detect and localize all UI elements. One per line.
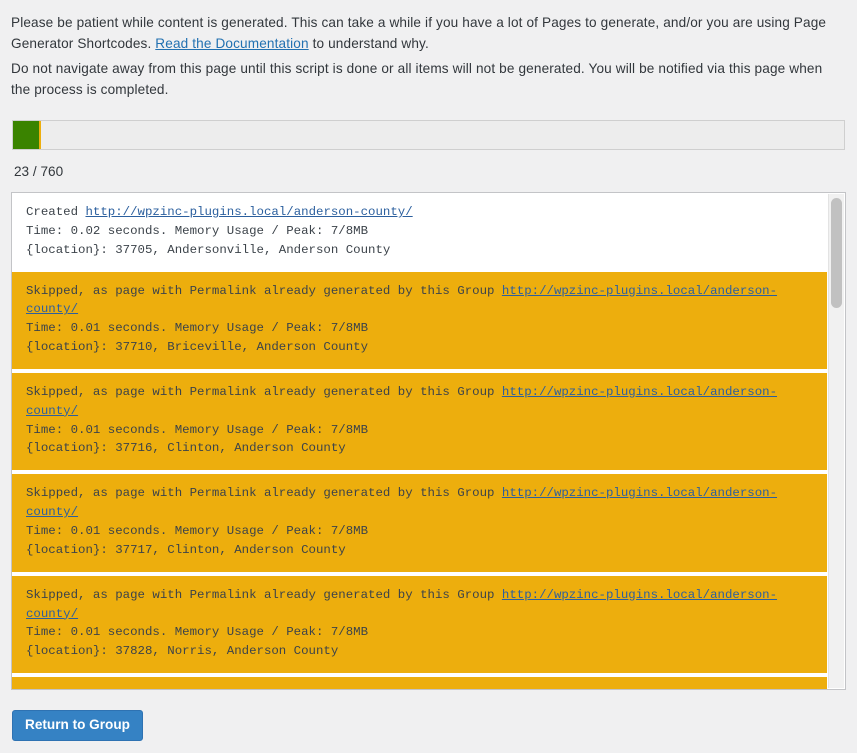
log-entry-status-line: Skipped, as page with Permalink already … [26, 687, 813, 689]
log-entry-url-link[interactable]: http://wpzinc-plugins.local/anderson-cou… [86, 205, 413, 219]
log-entry-time-line: Time: 0.01 seconds. Memory Usage / Peak:… [26, 422, 369, 437]
log-entry-location-line: {location}: 37828, Norris, Anderson Coun… [26, 644, 339, 659]
log-entry: Skipped, as page with Permalink already … [12, 677, 827, 689]
log-entry-time-line: Time: 0.01 seconds. Memory Usage / Peak:… [26, 523, 369, 538]
log-scrollbar[interactable] [828, 194, 844, 688]
generation-log-panel: Created http://wpzinc-plugins.local/ande… [11, 192, 846, 690]
read-documentation-link[interactable]: Read the Documentation [155, 36, 308, 51]
notice-paragraph-1: Please be patient while content is gener… [11, 12, 844, 54]
log-entry-prefix: Created [26, 205, 86, 219]
log-entry-location-line: {location}: 37716, Clinton, Anderson Cou… [26, 441, 346, 456]
log-entry-time-line: Time: 0.01 seconds. Memory Usage / Peak:… [26, 625, 369, 640]
log-entry-status-line: Skipped, as page with Permalink already … [26, 282, 813, 320]
notice-text-part-2: to understand why. [308, 36, 429, 52]
log-entry-status-line: Created http://wpzinc-plugins.local/ande… [26, 203, 813, 222]
progress-bar-fill [13, 121, 41, 150]
log-scrollbar-thumb[interactable] [831, 198, 842, 308]
generation-log-list[interactable]: Created http://wpzinc-plugins.local/ande… [12, 193, 827, 689]
log-entry-prefix: Skipped, as page with Permalink already … [26, 587, 502, 602]
log-entry-location-line: {location}: 37710, Briceville, Anderson … [26, 340, 369, 355]
log-entry-time-line: Time: 0.01 seconds. Memory Usage / Peak:… [26, 321, 369, 336]
log-entry-location-line: {location}: 37717, Clinton, Anderson Cou… [26, 542, 346, 557]
log-entry-status-line: Skipped, as page with Permalink already … [26, 484, 813, 522]
log-entry-prefix: Skipped, as page with Permalink already … [26, 384, 502, 399]
log-entry-prefix: Skipped, as page with Permalink already … [26, 486, 502, 501]
progress-count-label: 23 / 760 [14, 164, 64, 180]
page-generator-progress-screen: Please be patient while content is gener… [0, 0, 857, 753]
log-entry-location-line: {location}: 37705, Andersonville, Anders… [26, 242, 391, 257]
return-to-group-button[interactable]: Return to Group [12, 710, 143, 741]
intro-notice: Please be patient while content is gener… [0, 0, 857, 100]
log-entry: Created http://wpzinc-plugins.local/ande… [12, 193, 827, 272]
log-entry: Skipped, as page with Permalink already … [12, 575, 827, 674]
notice-paragraph-2: Do not navigate away from this page unti… [11, 61, 823, 98]
log-entry-status-line: Skipped, as page with Permalink already … [26, 383, 813, 421]
progress-bar [12, 120, 845, 151]
footer-actions: Return to Group [12, 710, 143, 741]
log-entry: Skipped, as page with Permalink already … [12, 372, 827, 471]
log-entry: Skipped, as page with Permalink already … [12, 271, 827, 369]
log-entry-status-line: Skipped, as page with Permalink already … [26, 586, 813, 624]
log-entry-prefix: Skipped, as page with Permalink already … [26, 283, 502, 298]
log-entry: Skipped, as page with Permalink already … [12, 474, 827, 572]
log-entry-time-line: Time: 0.02 seconds. Memory Usage / Peak:… [26, 223, 369, 238]
